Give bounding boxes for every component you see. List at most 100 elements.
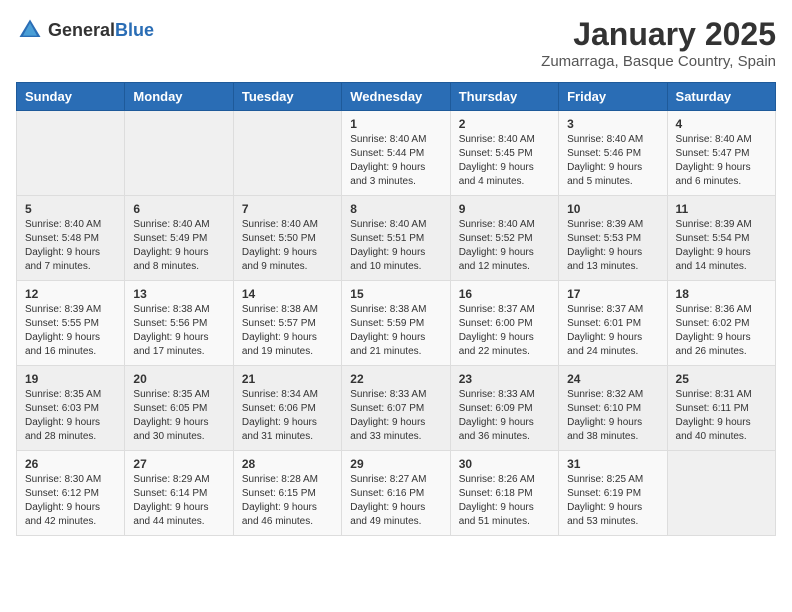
day-number: 24 [567, 372, 658, 386]
calendar-cell: 13 Sunrise: 8:38 AM Sunset: 5:56 PM Dayli… [125, 281, 233, 366]
day-number: 10 [567, 202, 658, 216]
calendar-cell: 17 Sunrise: 8:37 AM Sunset: 6:01 PM Dayli… [559, 281, 667, 366]
day-number: 29 [350, 457, 441, 471]
calendar-cell: 6 Sunrise: 8:40 AM Sunset: 5:49 PM Daylig… [125, 196, 233, 281]
day-info: Sunrise: 8:36 AM Sunset: 6:02 PM Dayligh… [676, 303, 767, 359]
day-info: Sunrise: 8:40 AM Sunset: 5:47 PM Dayligh… [676, 133, 767, 189]
day-number: 23 [459, 372, 550, 386]
calendar-cell: 27Sunrise: 8:29 AM Sunset: 6:14 PM Dayli… [125, 451, 233, 536]
day-info: Sunrise: 8:30 AM Sunset: 6:12 PM Dayligh… [25, 473, 116, 529]
day-number: 8 [350, 202, 441, 216]
day-info: Sunrise: 8:32 AM Sunset: 6:10 PM Dayligh… [567, 388, 658, 444]
day-number: 17 [567, 287, 658, 301]
calendar-cell: 30 Sunrise: 8:26 AM Sunset: 6:18 PM Dayli… [450, 451, 558, 536]
calendar-cell [667, 451, 775, 536]
day-info: Sunrise: 8:33 AM Sunset: 6:09 PM Dayligh… [459, 388, 550, 444]
calendar-cell: 20 Sunrise: 8:35 AM Sunset: 6:05 PM Dayli… [125, 366, 233, 451]
calendar-cell: 25Sunrise: 8:31 AM Sunset: 6:11 PM Dayli… [667, 366, 775, 451]
day-info: Sunrise: 8:26 AM Sunset: 6:18 PM Dayligh… [459, 473, 550, 529]
page-header: GeneralBlue January 2025 Zumarraga, Basq… [16, 16, 776, 70]
day-info: Sunrise: 8:37 AM Sunset: 6:01 PM Dayligh… [567, 303, 658, 359]
day-number: 5 [25, 202, 116, 216]
calendar-cell: 28 Sunrise: 8:28 AM Sunset: 6:15 PM Dayli… [233, 451, 341, 536]
day-number: 4 [676, 117, 767, 131]
day-number: 21 [242, 372, 333, 386]
day-info: Sunrise: 8:35 AM Sunset: 6:05 PM Dayligh… [133, 388, 224, 444]
calendar-cell: 21 Sunrise: 8:34 AM Sunset: 6:06 PM Dayli… [233, 366, 341, 451]
calendar-cell: 10 Sunrise: 8:39 AM Sunset: 5:53 PM Dayli… [559, 196, 667, 281]
day-info: Sunrise: 8:28 AM Sunset: 6:15 PM Dayligh… [242, 473, 333, 529]
day-number: 31 [567, 457, 658, 471]
calendar-cell [233, 111, 341, 196]
day-number: 14 [242, 287, 333, 301]
day-number: 30 [459, 457, 550, 471]
day-info: Sunrise: 8:40 AM Sunset: 5:46 PM Dayligh… [567, 133, 658, 189]
day-info: Sunrise: 8:35 AM Sunset: 6:03 PM Dayligh… [25, 388, 116, 444]
day-info: Sunrise: 8:27 AM Sunset: 6:16 PM Dayligh… [350, 473, 441, 529]
calendar-week-row: 12 Sunrise: 8:39 AM Sunset: 5:55 PM Dayli… [17, 281, 776, 366]
day-info: Sunrise: 8:31 AM Sunset: 6:11 PM Dayligh… [676, 388, 767, 444]
day-number: 1 [350, 117, 441, 131]
day-number: 12 [25, 287, 116, 301]
day-info: Sunrise: 8:25 AM Sunset: 6:19 PM Dayligh… [567, 473, 658, 529]
logo: GeneralBlue [16, 16, 154, 44]
day-info: Sunrise: 8:39 AM Sunset: 5:54 PM Dayligh… [676, 218, 767, 274]
calendar-cell: 26 Sunrise: 8:30 AM Sunset: 6:12 PM Dayli… [17, 451, 125, 536]
day-number: 13 [133, 287, 224, 301]
calendar-cell: 11Sunrise: 8:39 AM Sunset: 5:54 PM Dayli… [667, 196, 775, 281]
day-info: Sunrise: 8:40 AM Sunset: 5:48 PM Dayligh… [25, 218, 116, 274]
calendar-cell: 8 Sunrise: 8:40 AM Sunset: 5:51 PM Daylig… [342, 196, 450, 281]
day-number: 18 [676, 287, 767, 301]
calendar-cell: 9Sunrise: 8:40 AM Sunset: 5:52 PM Daylig… [450, 196, 558, 281]
calendar-cell: 18 Sunrise: 8:36 AM Sunset: 6:02 PM Dayli… [667, 281, 775, 366]
calendar-cell: 29 Sunrise: 8:27 AM Sunset: 6:16 PM Dayli… [342, 451, 450, 536]
day-of-week-header: Wednesday [342, 83, 450, 111]
calendar-week-row: 1Sunrise: 8:40 AM Sunset: 5:44 PM Daylig… [17, 111, 776, 196]
calendar-table: SundayMondayTuesdayWednesdayThursdayFrid… [16, 82, 776, 536]
day-number: 2 [459, 117, 550, 131]
day-info: Sunrise: 8:39 AM Sunset: 5:53 PM Dayligh… [567, 218, 658, 274]
day-number: 20 [133, 372, 224, 386]
day-number: 26 [25, 457, 116, 471]
calendar-cell: 5 Sunrise: 8:40 AM Sunset: 5:48 PM Daylig… [17, 196, 125, 281]
day-info: Sunrise: 8:37 AM Sunset: 6:00 PM Dayligh… [459, 303, 550, 359]
calendar-cell: 23 Sunrise: 8:33 AM Sunset: 6:09 PM Dayli… [450, 366, 558, 451]
day-info: Sunrise: 8:29 AM Sunset: 6:14 PM Dayligh… [133, 473, 224, 529]
day-number: 19 [25, 372, 116, 386]
day-of-week-header: Friday [559, 83, 667, 111]
calendar-cell: 4 Sunrise: 8:40 AM Sunset: 5:47 PM Daylig… [667, 111, 775, 196]
calendar-cell: 14 Sunrise: 8:38 AM Sunset: 5:57 PM Dayli… [233, 281, 341, 366]
day-info: Sunrise: 8:34 AM Sunset: 6:06 PM Dayligh… [242, 388, 333, 444]
day-of-week-header: Monday [125, 83, 233, 111]
calendar-cell: 12 Sunrise: 8:39 AM Sunset: 5:55 PM Dayli… [17, 281, 125, 366]
calendar-cell: 22Sunrise: 8:33 AM Sunset: 6:07 PM Dayli… [342, 366, 450, 451]
calendar-week-row: 26 Sunrise: 8:30 AM Sunset: 6:12 PM Dayli… [17, 451, 776, 536]
day-of-week-header: Thursday [450, 83, 558, 111]
day-number: 6 [133, 202, 224, 216]
day-number: 15 [350, 287, 441, 301]
logo-icon [16, 16, 44, 44]
page-subtitle: Zumarraga, Basque Country, Spain [541, 53, 776, 70]
day-info: Sunrise: 8:40 AM Sunset: 5:49 PM Dayligh… [133, 218, 224, 274]
calendar-cell [125, 111, 233, 196]
page-title: January 2025 [541, 16, 776, 53]
day-number: 28 [242, 457, 333, 471]
calendar-cell [17, 111, 125, 196]
calendar-header-row: SundayMondayTuesdayWednesdayThursdayFrid… [17, 83, 776, 111]
day-of-week-header: Tuesday [233, 83, 341, 111]
calendar-cell: 16 Sunrise: 8:37 AM Sunset: 6:00 PM Dayli… [450, 281, 558, 366]
day-info: Sunrise: 8:39 AM Sunset: 5:55 PM Dayligh… [25, 303, 116, 359]
day-info: Sunrise: 8:38 AM Sunset: 5:56 PM Dayligh… [133, 303, 224, 359]
day-info: Sunrise: 8:38 AM Sunset: 5:57 PM Dayligh… [242, 303, 333, 359]
calendar-cell: 7Sunrise: 8:40 AM Sunset: 5:50 PM Daylig… [233, 196, 341, 281]
day-info: Sunrise: 8:40 AM Sunset: 5:51 PM Dayligh… [350, 218, 441, 274]
day-number: 16 [459, 287, 550, 301]
day-info: Sunrise: 8:40 AM Sunset: 5:50 PM Dayligh… [242, 218, 333, 274]
day-number: 22 [350, 372, 441, 386]
calendar-cell: 24 Sunrise: 8:32 AM Sunset: 6:10 PM Dayli… [559, 366, 667, 451]
calendar-cell: 15Sunrise: 8:38 AM Sunset: 5:59 PM Dayli… [342, 281, 450, 366]
calendar-cell: 19 Sunrise: 8:35 AM Sunset: 6:03 PM Dayli… [17, 366, 125, 451]
day-number: 3 [567, 117, 658, 131]
day-number: 9 [459, 202, 550, 216]
day-of-week-header: Saturday [667, 83, 775, 111]
